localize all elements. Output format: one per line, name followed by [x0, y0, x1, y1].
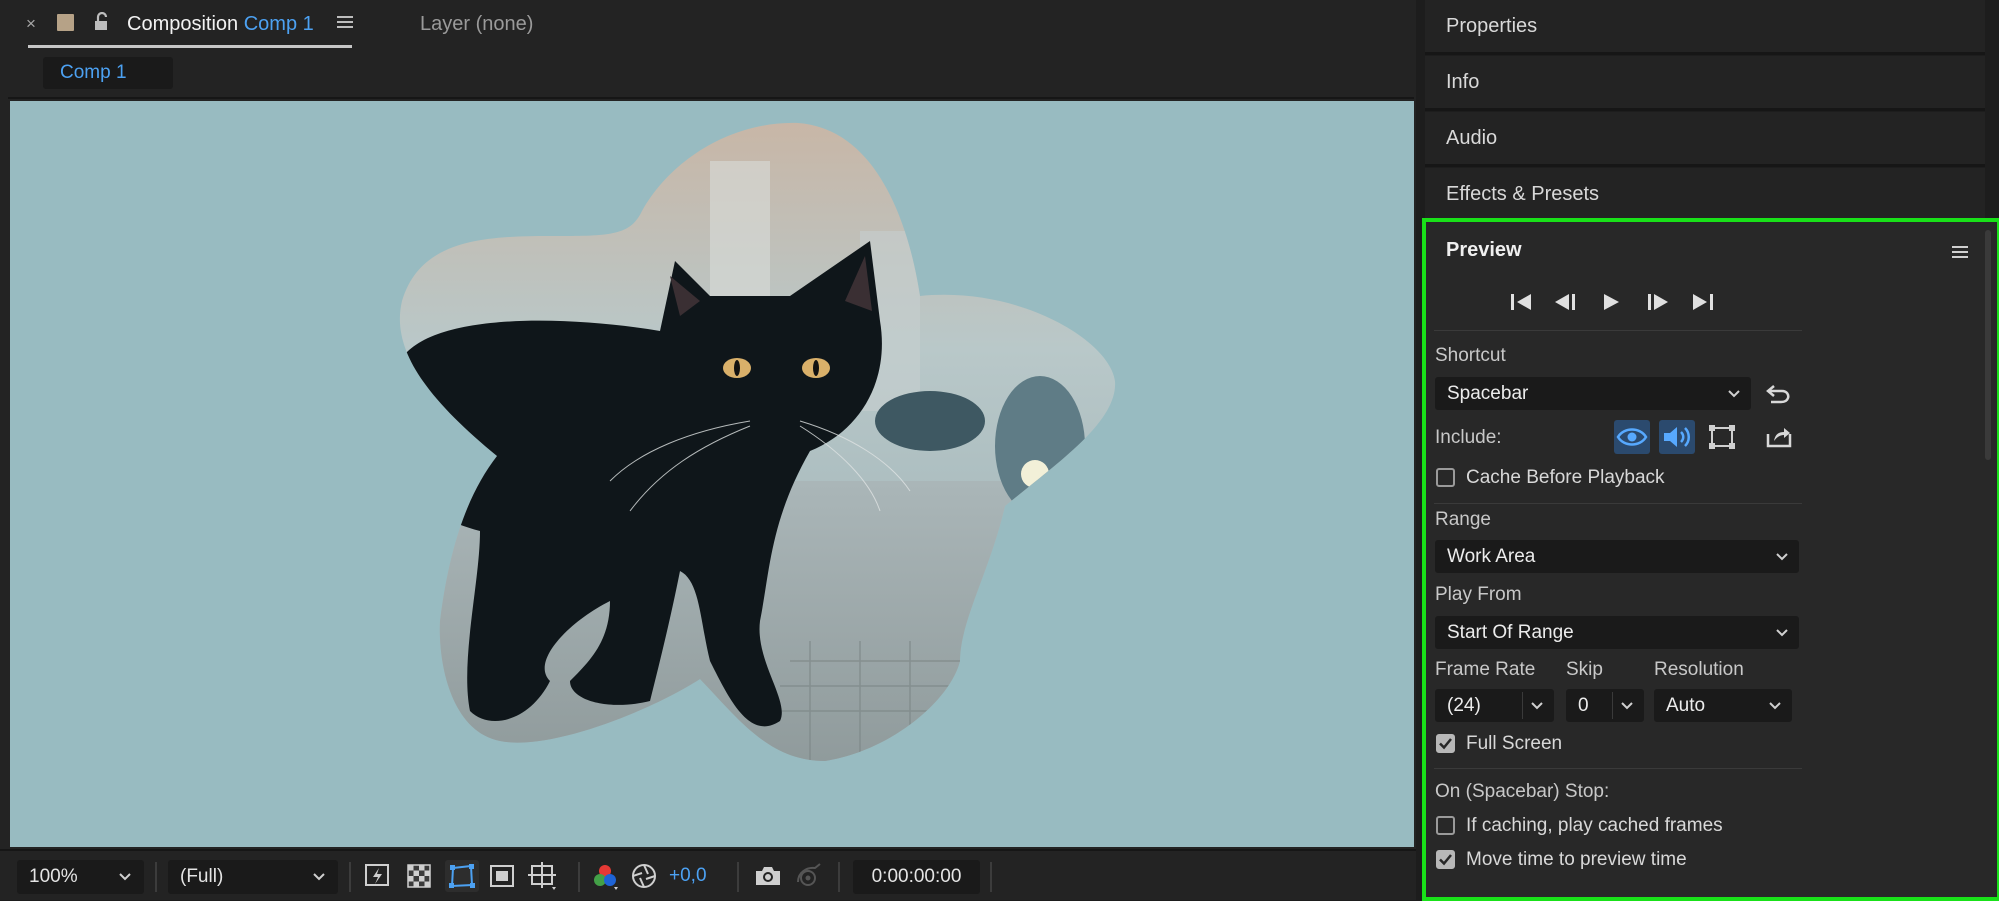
resolution-preview-dropdown[interactable]: Auto — [1654, 689, 1792, 722]
resolution-label: Resolution — [1654, 659, 1744, 680]
composition-tab-prefix: Composition — [127, 13, 239, 35]
move-time-label[interactable]: Move time to preview time — [1466, 849, 1687, 871]
include-label: Include: — [1435, 427, 1502, 448]
resolution-preview-value: Auto — [1666, 695, 1706, 716]
dropdown-divider — [1612, 692, 1613, 719]
if-caching-checkbox[interactable] — [1436, 816, 1455, 835]
layer-tab[interactable]: Layer (none) — [420, 13, 533, 36]
chevron-down-icon — [1775, 540, 1789, 573]
toolbar-separator — [578, 862, 580, 892]
section-divider — [1434, 503, 1802, 504]
cache-before-playback-label[interactable]: Cache Before Playback — [1466, 467, 1665, 489]
last-frame-icon[interactable] — [1689, 291, 1715, 313]
include-video-toggle[interactable] — [1614, 420, 1650, 454]
chevron-down-icon — [1775, 616, 1789, 649]
region-of-interest-icon[interactable] — [488, 862, 516, 890]
chevron-down-icon — [118, 860, 132, 894]
shortcut-label: Shortcut — [1435, 345, 1506, 366]
section-divider — [1434, 330, 1802, 331]
full-screen-label[interactable]: Full Screen — [1466, 733, 1562, 755]
transparency-grid-icon[interactable] — [405, 862, 433, 890]
chevron-down-icon — [1768, 689, 1782, 722]
shortcut-dropdown[interactable]: Spacebar — [1435, 377, 1751, 410]
properties-panel-label[interactable]: Properties — [1446, 15, 1537, 38]
toolbar-separator — [155, 862, 157, 892]
range-label: Range — [1435, 509, 1491, 530]
preview-panel-title[interactable]: Preview — [1446, 239, 1522, 262]
composition-tab-comp-name: Comp 1 — [243, 13, 314, 35]
play-from-dropdown[interactable]: Start Of Range — [1435, 616, 1799, 649]
show-snapshot-icon[interactable] — [793, 862, 823, 890]
unlock-icon[interactable] — [92, 12, 112, 32]
dropdown-divider — [1522, 692, 1523, 719]
move-time-checkbox[interactable] — [1436, 850, 1455, 869]
include-audio-toggle[interactable] — [1659, 420, 1695, 454]
resolution-dropdown[interactable]: (Full) — [168, 860, 338, 894]
chevron-down-icon — [1727, 377, 1741, 410]
audio-panel-header[interactable] — [1425, 112, 1985, 167]
camera-snapshot-icon[interactable] — [753, 862, 783, 890]
magnification-dropdown[interactable]: 100% — [17, 860, 144, 894]
resolution-value: (Full) — [180, 866, 224, 887]
audio-panel-label[interactable]: Audio — [1446, 127, 1497, 150]
reset-shortcut-icon[interactable] — [1765, 380, 1793, 408]
range-dropdown[interactable]: Work Area — [1435, 540, 1799, 573]
skip-value: 0 — [1578, 695, 1589, 716]
play-from-value: Start Of Range — [1447, 622, 1574, 643]
current-time-display[interactable]: 0:00:00:00 — [853, 860, 980, 894]
first-frame-icon[interactable] — [1509, 291, 1535, 313]
play-from-label: Play From — [1435, 584, 1522, 605]
if-caching-label[interactable]: If caching, play cached frames — [1466, 815, 1723, 837]
composition-viewer[interactable] — [10, 101, 1414, 847]
export-icon[interactable] — [1765, 424, 1793, 450]
range-value: Work Area — [1447, 546, 1536, 567]
previous-frame-icon[interactable] — [1553, 291, 1579, 313]
toolbar-separator — [990, 862, 992, 892]
reset-exposure-icon[interactable] — [630, 862, 658, 890]
color-channels-icon[interactable] — [590, 862, 620, 892]
composition-color-swatch-icon — [57, 14, 74, 31]
grid-guides-icon[interactable] — [528, 862, 560, 892]
chevron-down-icon — [1530, 689, 1544, 722]
cache-before-playback-checkbox[interactable] — [1436, 468, 1455, 487]
preview-scrollbar[interactable] — [1985, 230, 1991, 460]
chevron-down-icon — [1620, 689, 1634, 722]
stop-section-label: On (Spacebar) Stop: — [1435, 781, 1610, 802]
frame-rate-dropdown[interactable]: (24) — [1435, 689, 1554, 722]
panel-divider — [8, 97, 1414, 99]
exposure-value[interactable]: +0,0 — [669, 865, 707, 887]
panel-menu-icon[interactable] — [336, 14, 354, 30]
frame-rate-label: Frame Rate — [1435, 659, 1536, 680]
toolbar-separator — [737, 862, 739, 892]
active-tab-underline — [28, 45, 352, 48]
include-overlays-toggle[interactable] — [1704, 420, 1740, 454]
mask-visibility-icon[interactable] — [445, 860, 479, 892]
close-tab-icon[interactable]: × — [26, 14, 36, 34]
skip-label: Skip — [1566, 659, 1603, 680]
panel-menu-icon[interactable] — [1951, 244, 1969, 260]
skip-dropdown[interactable]: 0 — [1566, 689, 1644, 722]
magnification-value: 100% — [29, 866, 78, 887]
next-frame-icon[interactable] — [1644, 291, 1670, 313]
chevron-down-icon — [312, 860, 326, 894]
toolbar-separator — [349, 862, 351, 892]
frame-rate-value: (24) — [1447, 695, 1481, 716]
effects-presets-panel-label[interactable]: Effects & Presets — [1446, 183, 1599, 206]
fast-previews-icon[interactable] — [364, 862, 392, 890]
full-screen-checkbox[interactable] — [1436, 734, 1455, 753]
info-panel-header[interactable] — [1425, 56, 1985, 111]
star-masked-footage — [399, 122, 1116, 762]
comp-breadcrumb-chip[interactable]: Comp 1 — [43, 57, 173, 89]
section-divider — [1434, 768, 1802, 769]
info-panel-label[interactable]: Info — [1446, 71, 1479, 94]
composition-tab-title[interactable]: Composition Comp 1 — [127, 13, 314, 36]
play-icon[interactable] — [1599, 291, 1623, 313]
toolbar-separator — [838, 862, 840, 892]
shortcut-value: Spacebar — [1447, 383, 1529, 404]
